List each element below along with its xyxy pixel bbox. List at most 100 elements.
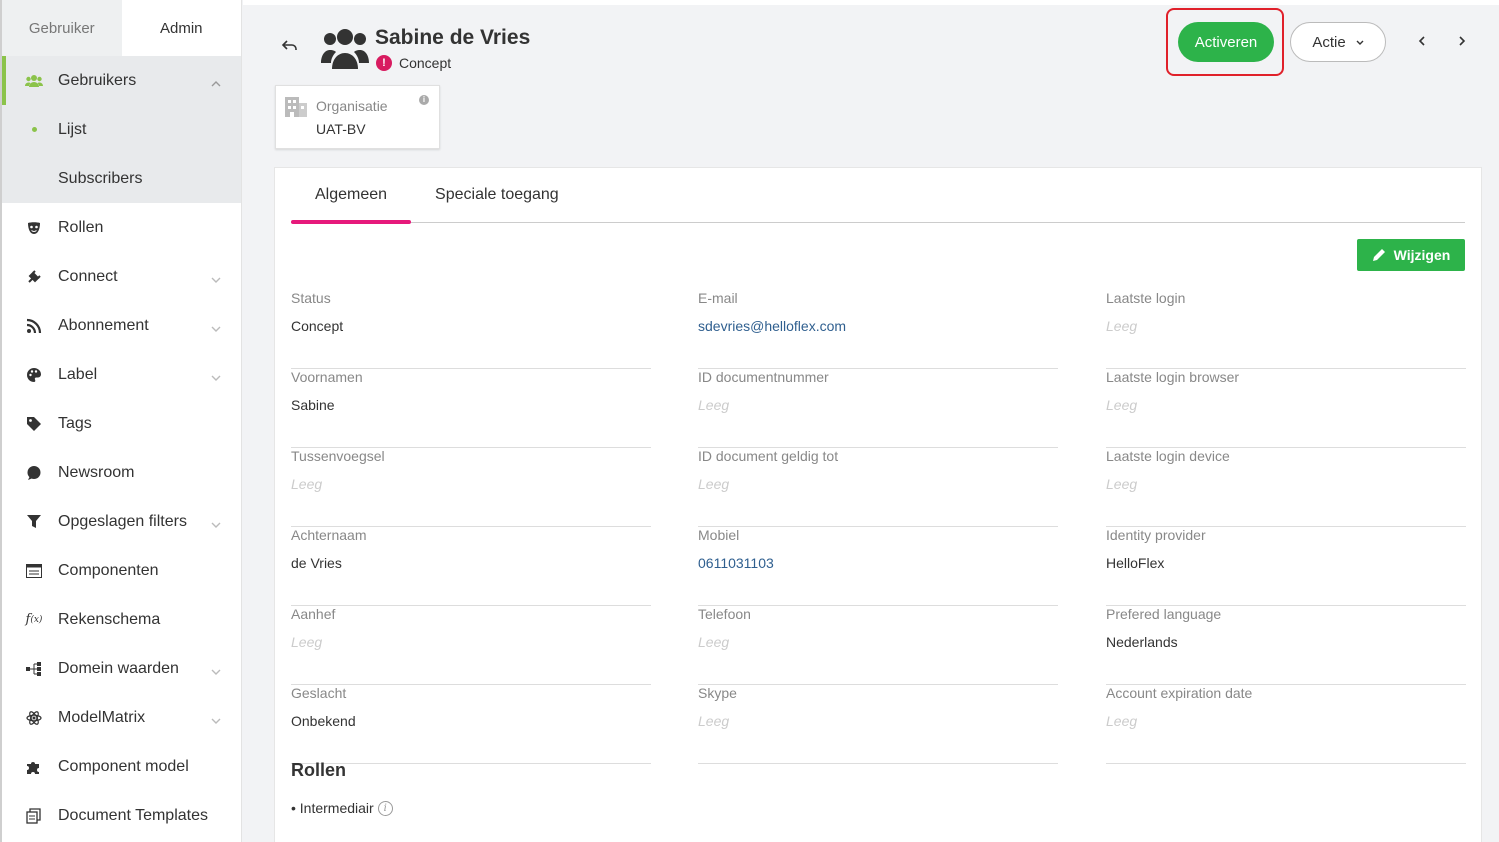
field-value: HelloFlex <box>1106 555 1165 571</box>
sidebar-item-label: Subscribers <box>58 169 143 187</box>
organisation-value: UAT-BV <box>316 121 366 137</box>
chat-icon <box>24 463 44 483</box>
organisation-label: Organisatie <box>316 98 388 114</box>
field-value: Leeg <box>1106 713 1138 729</box>
sidebar-item-label: Rekenschema <box>58 610 161 628</box>
sidebar-item-label: Gebruikers <box>58 71 137 89</box>
action-label: Actie <box>1312 33 1346 51</box>
field-value: Onbekend <box>291 713 356 729</box>
field-laatste-login-browser: Laatste login browser Leeg <box>1106 369 1466 448</box>
field-value[interactable]: sdevries@helloflex.com <box>698 318 846 334</box>
status-badge: ! Concept <box>376 55 451 71</box>
sidebar-item-label: Tags <box>58 414 92 432</box>
detail-card: Algemeen Speciale toegang Wijzigen Statu… <box>274 167 1482 842</box>
field-label: Laatste login <box>1106 290 1186 306</box>
sidebar-item-label: Opgeslagen filters <box>58 512 187 530</box>
back-icon[interactable] <box>281 38 301 58</box>
field-status: Status Concept <box>291 290 651 369</box>
field-identity-provider: Identity provider HelloFlex <box>1106 527 1466 606</box>
previous-icon[interactable] <box>1412 31 1432 51</box>
field-value: Leeg <box>698 397 730 413</box>
field-laatste-login-device: Laatste login device Leeg <box>1106 448 1466 527</box>
field-label: Tussenvoegsel <box>291 448 385 464</box>
sidebar-item-domein-waarden[interactable]: Domein waarden <box>2 644 241 693</box>
field-value: Nederlands <box>1106 634 1178 650</box>
section-title-rollen: Rollen <box>291 760 347 780</box>
mask-icon <box>24 218 44 238</box>
atom-icon <box>24 708 44 728</box>
organisation-card[interactable]: Organisatie UAT-BV i <box>275 85 440 149</box>
sidebar-item-opgeslagen-filters[interactable]: Opgeslagen filters <box>2 497 241 546</box>
field-value: Leeg <box>291 476 323 492</box>
sidebar-item-label: Rollen <box>58 218 104 236</box>
chevron-down-icon <box>211 270 221 288</box>
info-icon[interactable]: i <box>377 800 393 816</box>
field-value: Leeg <box>291 634 323 650</box>
alert-icon: ! <box>376 55 392 71</box>
sidebar-tab-admin[interactable]: Admin <box>121 0 241 56</box>
sidebar-item-abonnement[interactable]: Abonnement <box>2 301 241 350</box>
sidebar-item-tags[interactable]: Tags <box>2 399 241 448</box>
chevron-down-icon <box>211 515 221 533</box>
field-label: Achternaam <box>291 527 367 543</box>
field-id-documentnummer: ID documentnummer Leeg <box>698 369 1058 448</box>
field-value: Sabine <box>291 397 335 413</box>
sitemap-icon <box>24 659 44 679</box>
copy-icon <box>24 806 44 826</box>
field-label: Voornamen <box>291 369 363 385</box>
field-label: Laatste login browser <box>1106 369 1240 385</box>
field-value: Leeg <box>1106 318 1138 334</box>
field-label: Identity provider <box>1106 527 1206 543</box>
sidebar-item-label: Lijst <box>58 120 87 138</box>
field-label: Account expiration date <box>1106 685 1253 701</box>
tab-algemeen[interactable]: Algemeen <box>291 168 412 224</box>
sidebar-item-document-templates[interactable]: Document Templates <box>2 791 241 840</box>
chevron-down-icon <box>211 711 221 729</box>
field-telefoon: Telefoon Leeg <box>698 606 1058 685</box>
field-label: ID document geldig tot <box>698 448 839 464</box>
sidebar-item-modelmatrix[interactable]: ModelMatrix <box>2 693 241 742</box>
sidebar-subitem-lijst[interactable]: Lijst <box>2 105 241 154</box>
chevron-down-icon <box>211 662 221 680</box>
sidebar-tabs: Gebruiker Admin <box>2 0 241 56</box>
info-icon[interactable]: i <box>419 95 429 105</box>
sidebar-item-gebruikers[interactable]: Gebruikers <box>2 56 241 105</box>
sidebar-item-component-model[interactable]: Component model <box>2 742 241 791</box>
field-prefered-language: Prefered language Nederlands <box>1106 606 1466 685</box>
tab-speciale-toegang[interactable]: Speciale toegang <box>411 168 583 222</box>
sidebar-item-label: Document Templates <box>58 806 208 824</box>
sidebar-item-connect[interactable]: Connect <box>2 252 241 301</box>
users-icon <box>24 71 44 91</box>
sidebar-menu: Gebruikers Lijst Subscribers Rollen Conn… <box>2 56 241 840</box>
rss-icon <box>24 316 44 336</box>
field-value: Leeg <box>698 713 730 729</box>
palette-icon <box>24 365 44 385</box>
chevron-down-icon <box>211 368 221 386</box>
pencil-icon <box>1372 249 1385 261</box>
next-icon[interactable] <box>1452 31 1472 51</box>
sidebar-item-label: Newsroom <box>58 463 135 481</box>
field-laatste-login: Laatste login Leeg <box>1106 290 1466 369</box>
field-value: Leeg <box>698 476 730 492</box>
sidebar-item-componenten[interactable]: Componenten <box>2 546 241 595</box>
field-e-mail: E-mail sdevries@helloflex.com <box>698 290 1058 369</box>
chevron-up-icon <box>211 74 221 92</box>
role-label: • Intermediair <box>291 800 374 816</box>
list-icon <box>24 561 44 581</box>
sidebar-tab-gebruiker[interactable]: Gebruiker <box>2 0 122 56</box>
sidebar-subitem-subscribers[interactable]: Subscribers <box>2 154 241 203</box>
sidebar-item-newsroom[interactable]: Newsroom <box>2 448 241 497</box>
field-label: Laatste login device <box>1106 448 1230 464</box>
field-value: Leeg <box>1106 397 1138 413</box>
active-dot <box>32 127 37 132</box>
chevron-down-icon <box>1356 37 1364 48</box>
action-dropdown-button[interactable]: Actie <box>1290 22 1386 62</box>
field-label: E-mail <box>698 290 738 306</box>
field-value[interactable]: 0611031103 <box>698 555 774 571</box>
edit-button[interactable]: Wijzigen <box>1357 239 1465 271</box>
sidebar-item-rollen[interactable]: Rollen <box>2 203 241 252</box>
sidebar-item-rekenschema[interactable]: f (x) Rekenschema <box>2 595 241 644</box>
activate-button[interactable]: Activeren <box>1178 22 1274 62</box>
sidebar-item-label: Component model <box>58 757 189 775</box>
sidebar-item-label-menu[interactable]: Label <box>2 350 241 399</box>
